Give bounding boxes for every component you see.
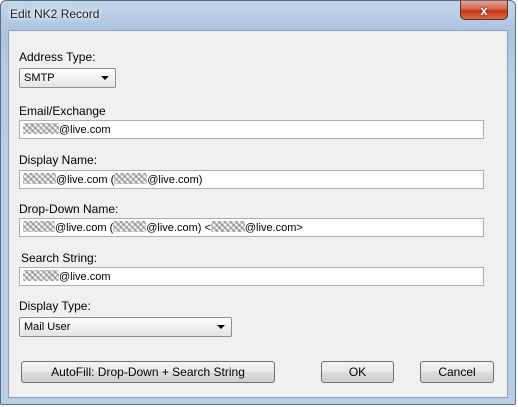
cancel-button[interactable]: Cancel xyxy=(420,361,494,383)
email-exchange-label: Email/Exchange xyxy=(19,104,106,118)
window-title: Edit NK2 Record xyxy=(10,7,100,21)
chevron-down-icon xyxy=(101,76,109,80)
dropdown-name-value-part: @live.com> xyxy=(244,222,303,234)
ok-button[interactable]: OK xyxy=(321,361,394,383)
redacted-text xyxy=(113,221,147,232)
search-string-value: @live.com xyxy=(59,271,111,283)
close-icon: x xyxy=(480,2,488,18)
address-type-value: SMTP xyxy=(24,72,55,84)
address-type-select[interactable]: SMTP xyxy=(19,68,116,88)
redacted-text xyxy=(23,270,59,281)
display-type-value: Mail User xyxy=(24,321,71,333)
search-string-label: Search String: xyxy=(21,251,98,265)
dropdown-name-value-part: @live.com ( xyxy=(55,222,114,234)
dialog-body: Address Type: SMTP Email/Exchange @live.… xyxy=(8,30,508,398)
redacted-text xyxy=(23,221,55,232)
title-bar[interactable]: Edit NK2 Record x xyxy=(1,1,515,27)
close-button[interactable]: x xyxy=(460,1,508,20)
display-name-field[interactable]: @live.com ( @live.com) xyxy=(19,170,484,189)
edit-nk2-record-dialog: Edit NK2 Record x Address Type: SMTP Ema… xyxy=(0,0,516,405)
redacted-text xyxy=(114,173,148,184)
email-exchange-field[interactable]: @live.com xyxy=(19,120,484,139)
autofill-button[interactable]: AutoFill: Drop-Down + Search String xyxy=(21,361,275,383)
address-type-label: Address Type: xyxy=(19,50,96,64)
display-type-label: Display Type: xyxy=(19,299,91,313)
display-name-label: Display Name: xyxy=(19,153,98,167)
dropdown-name-value-part: @live.com) < xyxy=(146,222,211,234)
email-exchange-value: @live.com xyxy=(59,124,111,136)
display-type-select[interactable]: Mail User xyxy=(19,317,232,337)
redacted-text xyxy=(23,173,56,184)
chevron-down-icon xyxy=(217,325,225,329)
display-name-value-part: @live.com) xyxy=(147,174,203,186)
redacted-text xyxy=(23,123,59,134)
display-name-value-part: @live.com ( xyxy=(56,174,115,186)
redacted-text xyxy=(210,221,245,232)
dropdown-name-label: Drop-Down Name: xyxy=(19,202,119,216)
dropdown-name-field[interactable]: @live.com ( @live.com) < @live.com> xyxy=(19,218,484,237)
search-string-field[interactable]: @live.com xyxy=(19,267,484,286)
